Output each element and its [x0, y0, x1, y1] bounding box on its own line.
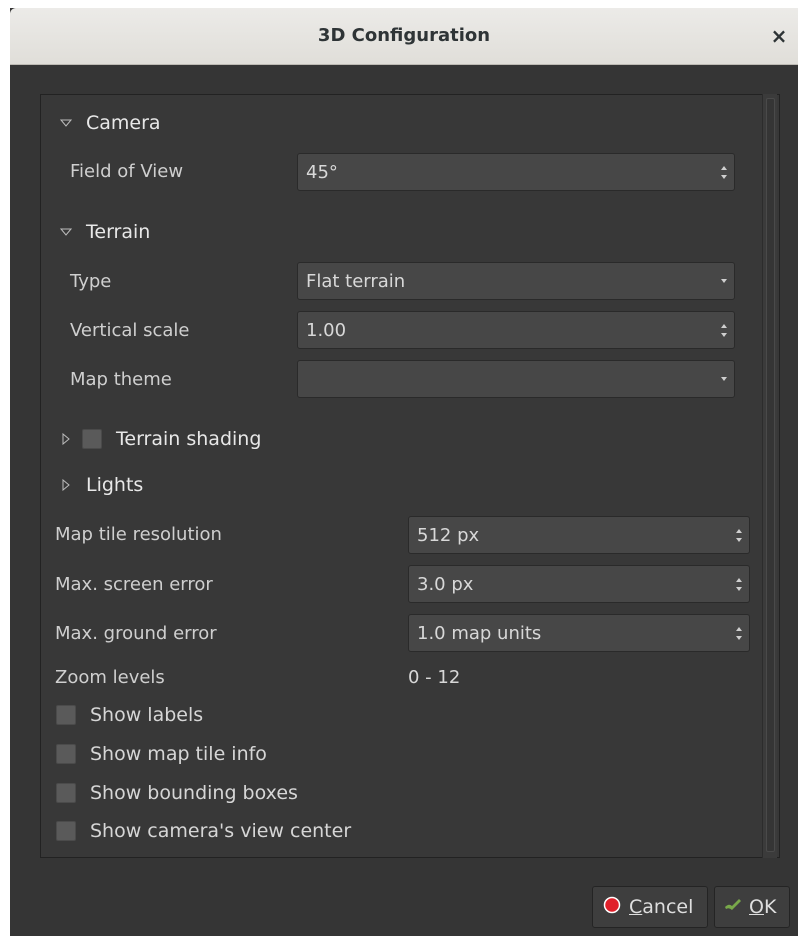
- triangle-right-icon: [60, 479, 72, 491]
- spin-arrows-icon[interactable]: [731, 566, 749, 602]
- triangle-right-icon: [60, 433, 72, 445]
- fov-label: Field of View: [70, 161, 184, 182]
- ground-error-label: Max. ground error: [55, 623, 217, 644]
- zoom-levels-label: Zoom levels: [55, 667, 165, 688]
- ok-label: OK: [749, 896, 777, 918]
- ok-icon: [723, 896, 743, 919]
- dialog-title: 3D Configuration: [317, 25, 491, 46]
- terrain-group-header[interactable]: Terrain: [60, 221, 150, 243]
- spin-arrows-icon[interactable]: [716, 312, 734, 348]
- camera-header-label: Camera: [86, 112, 161, 134]
- screen-error-spinbox[interactable]: 3.0 px: [408, 565, 750, 603]
- show-view-center-checkbox[interactable]: Show camera's view center: [56, 820, 351, 842]
- vertical-scale-label: Vertical scale: [70, 320, 190, 341]
- map-theme-dropdown[interactable]: [297, 360, 735, 398]
- title-bar[interactable]: 3D Configuration ×: [10, 8, 798, 65]
- spin-arrows-icon[interactable]: [716, 154, 734, 190]
- show-bounding-boxes-checkbox[interactable]: Show bounding boxes: [56, 782, 298, 804]
- scrollbar-handle[interactable]: [766, 98, 775, 852]
- tile-resolution-spinbox[interactable]: 512 px: [408, 516, 750, 554]
- show-labels-checkbox[interactable]: Show labels: [56, 704, 203, 726]
- terrain-shading-header[interactable]: Terrain shading: [60, 428, 261, 450]
- lights-group-header[interactable]: Lights: [60, 474, 143, 496]
- fov-spinbox[interactable]: 45°: [297, 153, 735, 191]
- vertical-scrollbar[interactable]: [762, 94, 777, 858]
- map-theme-label: Map theme: [70, 369, 172, 390]
- cancel-label: Cancel: [629, 896, 694, 918]
- terrain-type-value: Flat terrain: [306, 270, 406, 292]
- tile-resolution-value: 512 px: [417, 524, 480, 546]
- chevron-down-icon: [716, 361, 734, 397]
- terrain-type-dropdown[interactable]: Flat terrain: [297, 262, 735, 300]
- ok-button[interactable]: OK: [714, 886, 790, 928]
- camera-group-header[interactable]: Camera: [60, 112, 161, 134]
- close-icon[interactable]: ×: [764, 20, 794, 52]
- zoom-levels-value: 0 - 12: [408, 667, 461, 688]
- triangle-down-icon: [60, 117, 72, 129]
- checkbox-box[interactable]: [56, 705, 76, 725]
- checkbox-label: Show bounding boxes: [90, 782, 298, 804]
- terrain-type-label: Type: [70, 271, 112, 292]
- chevron-down-icon: [716, 263, 734, 299]
- screen-error-value: 3.0 px: [417, 573, 474, 595]
- cancel-button[interactable]: Cancel: [592, 886, 708, 928]
- spin-arrows-icon[interactable]: [731, 615, 749, 651]
- screen-error-label: Max. screen error: [55, 574, 213, 595]
- vertical-scale-spinbox[interactable]: 1.00: [297, 311, 735, 349]
- fov-value: 45°: [306, 161, 338, 183]
- triangle-down-icon: [60, 226, 72, 238]
- checkbox-box[interactable]: [56, 744, 76, 764]
- ground-error-value: 1.0 map units: [417, 622, 542, 644]
- spin-arrows-icon[interactable]: [731, 517, 749, 553]
- checkbox-box[interactable]: [56, 821, 76, 841]
- checkbox-label: Show labels: [90, 704, 204, 726]
- checkbox-label: Show map tile info: [90, 743, 267, 765]
- terrain-header-label: Terrain: [86, 221, 151, 243]
- dialog-window: 3D Configuration × Camera Field of View …: [10, 8, 798, 936]
- cancel-icon: [603, 896, 621, 919]
- vertical-scale-value: 1.00: [306, 319, 347, 341]
- terrain-shading-label: Terrain shading: [116, 428, 262, 450]
- show-tile-info-checkbox[interactable]: Show map tile info: [56, 743, 267, 765]
- checkbox-box[interactable]: [56, 783, 76, 803]
- terrain-shading-checkbox[interactable]: [82, 429, 102, 449]
- ground-error-spinbox[interactable]: 1.0 map units: [408, 614, 750, 652]
- tile-resolution-label: Map tile resolution: [55, 524, 222, 545]
- checkbox-label: Show camera's view center: [90, 820, 352, 842]
- lights-header-label: Lights: [86, 474, 144, 496]
